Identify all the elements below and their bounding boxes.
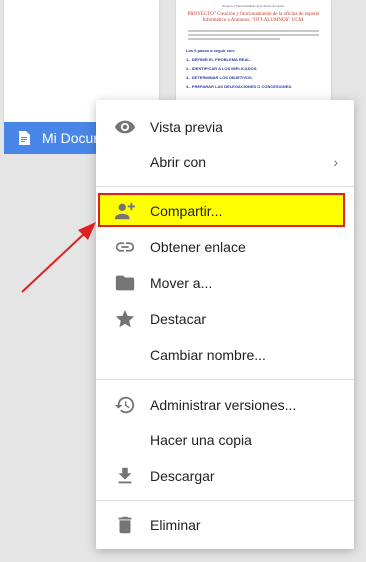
annotation-arrow xyxy=(21,222,96,293)
